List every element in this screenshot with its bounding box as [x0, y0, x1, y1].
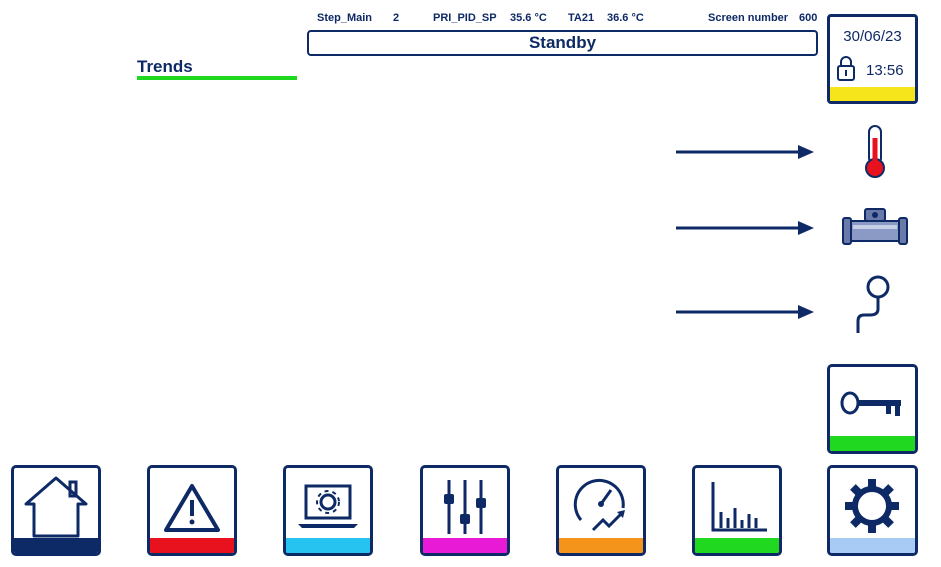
home-icon	[24, 476, 88, 538]
pid-setpoint-value: 35.6 °C	[510, 12, 547, 24]
screen-number-value: 600	[799, 12, 818, 24]
sliders-icon	[444, 480, 486, 534]
gear-icon	[845, 479, 899, 533]
page-title: Trends	[137, 57, 193, 76]
system-indicator-bar	[286, 538, 370, 553]
time-display: 13:56	[866, 62, 904, 79]
home-button[interactable]	[11, 465, 101, 556]
status-text: Standby	[528, 33, 597, 52]
step-main-value: 2	[393, 12, 400, 24]
arrow-to-pressure-gauge	[676, 305, 814, 319]
alarms-indicator-bar	[150, 538, 234, 553]
warning-icon	[164, 484, 220, 532]
laptop-gear-icon	[298, 484, 358, 528]
system-button[interactable]	[283, 465, 373, 556]
flowmeter-icon[interactable]	[841, 205, 909, 253]
config-indicator-bar	[830, 538, 915, 553]
lock-icon	[837, 56, 855, 81]
speedometer-icon	[573, 478, 625, 532]
access-status-bar	[830, 436, 915, 451]
trends-indicator-bar	[695, 538, 779, 553]
alarms-button[interactable]	[147, 465, 237, 556]
arrow-to-flowmeter	[676, 221, 814, 235]
ta21-value: 36.6 °C	[607, 12, 644, 24]
datetime-panel: 30/06/23 13:56	[827, 14, 918, 104]
ta21-label: TA21	[568, 12, 595, 24]
pressure-gauge-icon[interactable]	[846, 273, 894, 335]
access-key-button[interactable]	[827, 364, 918, 454]
settings-button[interactable]	[420, 465, 510, 556]
status-display: Standby	[307, 30, 818, 56]
performance-indicator-bar	[559, 538, 643, 553]
performance-button[interactable]	[556, 465, 646, 556]
bar-chart-icon	[711, 482, 767, 532]
settings-indicator-bar	[423, 538, 507, 553]
trends-button[interactable]	[692, 465, 782, 556]
key-icon	[840, 391, 901, 416]
clock-status-bar	[830, 87, 915, 101]
arrow-to-thermometer	[676, 145, 814, 159]
title-underline	[137, 76, 297, 80]
step-main-label: Step_Main	[317, 12, 373, 24]
home-indicator-bar	[14, 538, 98, 553]
config-button[interactable]	[827, 465, 918, 556]
screen-number-label: Screen number	[708, 12, 789, 24]
date-display: 30/06/23	[843, 28, 902, 45]
thermometer-icon[interactable]	[860, 124, 890, 180]
pid-setpoint-label: PRI_PID_SP	[433, 12, 497, 24]
